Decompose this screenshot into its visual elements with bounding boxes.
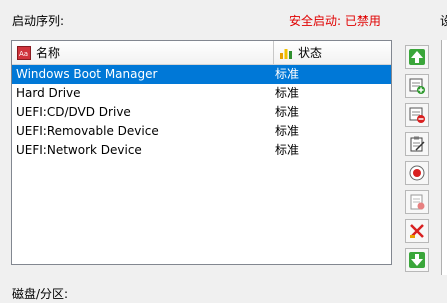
right-panel-label: 设 bbox=[440, 14, 447, 28]
list-item[interactable]: UEFI:Removable Device 标准 bbox=[12, 122, 391, 141]
entry-status: 标准 bbox=[275, 67, 300, 81]
column-header-name[interactable]: Aa 名称 bbox=[12, 41, 274, 64]
move-up-button[interactable] bbox=[405, 45, 429, 69]
entry-status: 标准 bbox=[275, 124, 300, 138]
disabled-entry-icon bbox=[408, 193, 426, 211]
delete-entry-button[interactable] bbox=[405, 103, 429, 127]
list-item[interactable]: Windows Boot Manager 标准 bbox=[12, 65, 391, 84]
entry-name: UEFI:CD/DVD Drive bbox=[16, 105, 131, 119]
list-item[interactable]: Hard Drive 标准 bbox=[12, 84, 391, 103]
move-down-icon bbox=[408, 251, 426, 269]
set-default-icon bbox=[408, 164, 426, 182]
set-default-button[interactable] bbox=[405, 161, 429, 185]
boot-entries: Windows Boot Manager 标准 Hard Drive 标准 UE… bbox=[12, 65, 391, 160]
move-up-icon bbox=[408, 48, 426, 66]
entry-status: 标准 bbox=[275, 86, 300, 100]
column-name-label: 名称 bbox=[36, 46, 61, 60]
entry-name: UEFI:Network Device bbox=[16, 143, 142, 157]
entry-name: Windows Boot Manager bbox=[16, 67, 158, 81]
disk-partition-label: 磁盘/分区: bbox=[12, 287, 69, 301]
remove-entry-button[interactable] bbox=[405, 219, 429, 243]
edit-entry-icon bbox=[408, 135, 426, 153]
boot-order-list[interactable]: Aa 名称 状态 Windows Boot Manager 标准 Hard Dr… bbox=[11, 40, 392, 265]
list-item[interactable]: UEFI:CD/DVD Drive 标准 bbox=[12, 103, 391, 122]
column-header-status[interactable]: 状态 bbox=[274, 41, 391, 64]
list-header: Aa 名称 状态 bbox=[12, 41, 391, 65]
svg-text:Aa: Aa bbox=[19, 50, 28, 58]
move-down-button[interactable] bbox=[405, 248, 429, 272]
list-item[interactable]: UEFI:Network Device 标准 bbox=[12, 141, 391, 160]
name-column-icon: Aa bbox=[17, 45, 31, 60]
secure-boot-status: 安全启动: 已禁用 bbox=[289, 14, 381, 28]
entry-name: UEFI:Removable Device bbox=[16, 124, 159, 138]
entry-status: 标准 bbox=[275, 105, 300, 119]
column-status-label: 状态 bbox=[298, 46, 323, 60]
right-panel-edge bbox=[441, 40, 447, 275]
boot-order-label: 启动序列: bbox=[12, 14, 65, 28]
remove-entry-icon bbox=[408, 222, 426, 240]
delete-entry-icon bbox=[408, 106, 426, 124]
edit-entry-button[interactable] bbox=[405, 132, 429, 156]
add-entry-button[interactable] bbox=[405, 74, 429, 98]
entry-name: Hard Drive bbox=[16, 86, 81, 100]
add-entry-icon bbox=[408, 77, 426, 95]
status-column-icon bbox=[279, 46, 293, 60]
entry-status: 标准 bbox=[275, 143, 300, 157]
disabled-entry-button[interactable] bbox=[405, 190, 429, 214]
boot-entry-toolbar bbox=[405, 45, 431, 277]
